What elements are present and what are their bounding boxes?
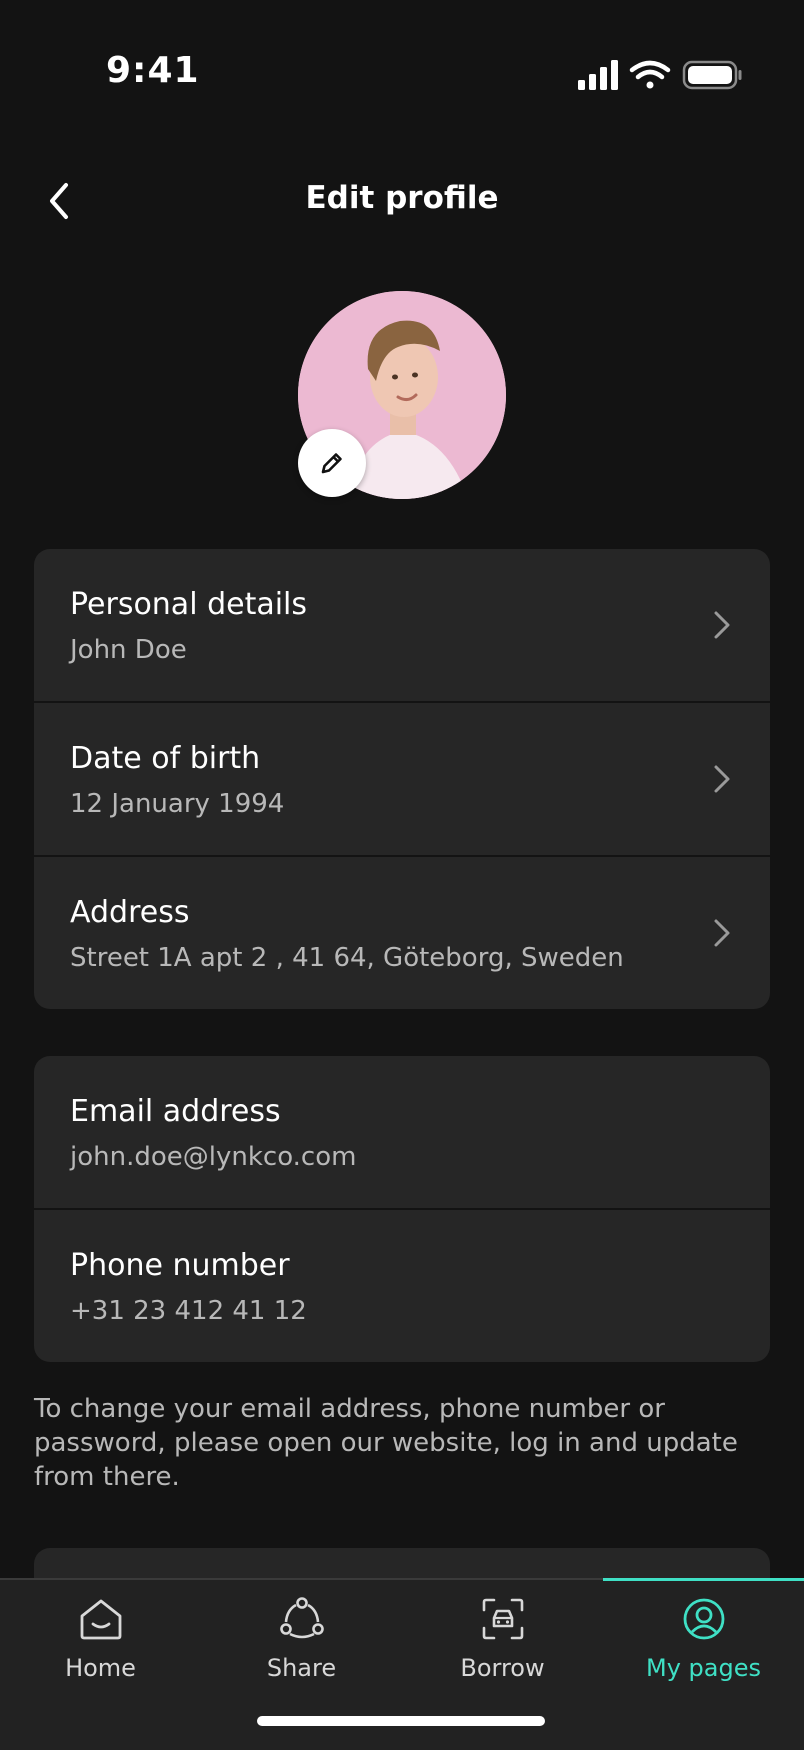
profile-details-card: Personal details John Doe Date of birth … xyxy=(34,549,770,1009)
wifi-icon xyxy=(629,60,671,89)
share-icon xyxy=(280,1597,324,1639)
row-value: John Doe xyxy=(70,635,187,665)
info-text: To change your email address, phone numb… xyxy=(34,1394,738,1492)
battery-icon xyxy=(682,60,742,90)
tab-label: My pages xyxy=(646,1654,761,1682)
user-circle-icon xyxy=(683,1598,725,1640)
row-value: 12 January 1994 xyxy=(70,789,285,819)
pencil-icon xyxy=(321,453,342,474)
tab-borrow[interactable]: Borrow xyxy=(402,1580,603,1700)
home-icon xyxy=(80,1599,122,1640)
tab-label: Borrow xyxy=(460,1654,545,1682)
row-label: Personal details xyxy=(70,587,308,622)
page-title: Edit profile xyxy=(305,180,499,216)
tab-share[interactable]: Share xyxy=(201,1580,402,1700)
home-indicator xyxy=(257,1716,545,1726)
tab-my-pages[interactable]: My pages xyxy=(603,1580,804,1700)
phone-number-row: Phone number +31 23 412 41 12 xyxy=(34,1210,770,1362)
chevron-right-icon xyxy=(714,611,730,639)
tab-label: Home xyxy=(65,1654,136,1682)
row-value: john.doe@lynkco.com xyxy=(70,1142,357,1172)
chevron-right-icon xyxy=(714,765,730,793)
row-label: Email address xyxy=(70,1094,281,1129)
avatar-section xyxy=(298,291,506,499)
row-value: Street 1A apt 2 , 41 64, Göteborg, Swede… xyxy=(70,943,624,973)
row-label: Date of birth xyxy=(70,741,261,776)
tab-label: Share xyxy=(266,1654,337,1682)
personal-details-row[interactable]: Personal details John Doe xyxy=(34,549,770,703)
date-of-birth-row[interactable]: Date of birth 12 January 1994 xyxy=(34,703,770,857)
contact-details-card: Email address john.doe@lynkco.com Phone … xyxy=(34,1056,770,1362)
row-label: Phone number xyxy=(70,1248,290,1283)
row-label: Address xyxy=(70,895,190,930)
header: Edit profile xyxy=(0,160,804,240)
address-row[interactable]: Address Street 1A apt 2 , 41 64, Götebor… xyxy=(34,857,770,1009)
chevron-right-icon xyxy=(714,919,730,947)
status-icons xyxy=(578,60,742,90)
status-bar: 9:41 xyxy=(0,0,804,150)
car-scan-icon xyxy=(482,1598,524,1640)
edit-avatar-button[interactable] xyxy=(298,429,366,497)
status-time: 9:41 xyxy=(106,50,200,91)
tab-home[interactable]: Home xyxy=(0,1580,201,1700)
row-value: +31 23 412 41 12 xyxy=(70,1296,307,1326)
signal-icon xyxy=(578,60,618,90)
email-address-row: Email address john.doe@lynkco.com xyxy=(34,1056,770,1210)
